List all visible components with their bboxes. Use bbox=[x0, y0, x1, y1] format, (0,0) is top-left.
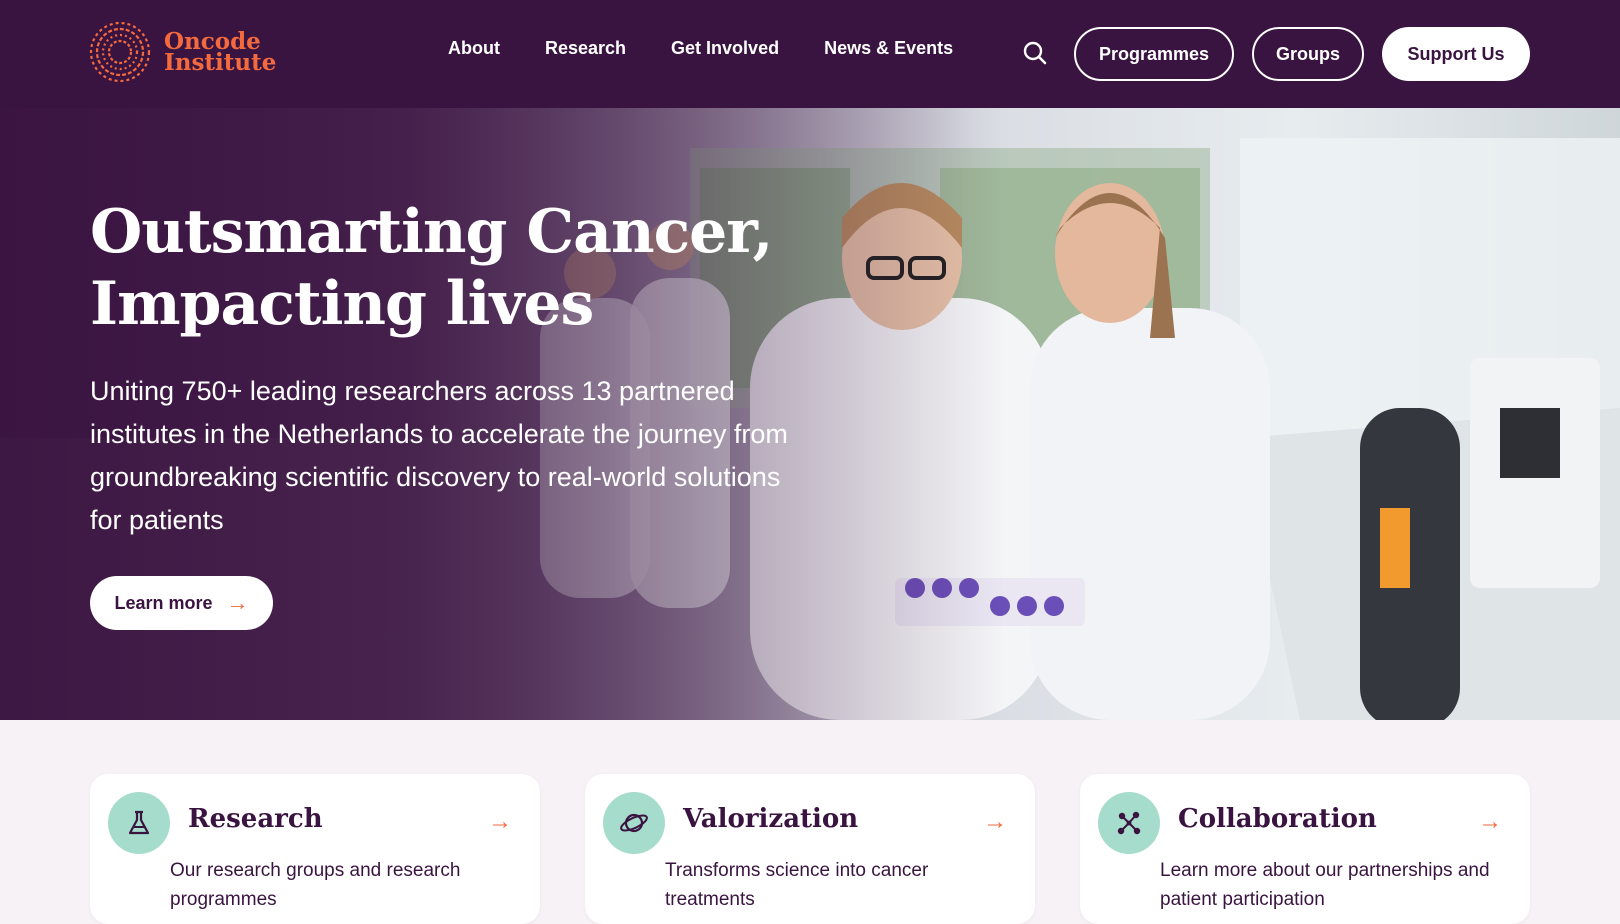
hero-section: Outsmarting Cancer, Impacting lives Unit… bbox=[0, 108, 1620, 720]
card-valorization[interactable]: Valorization → Transforms science into c… bbox=[585, 774, 1035, 924]
hero-title: Outsmarting Cancer, Impacting lives bbox=[90, 196, 850, 340]
nav-item-get-involved[interactable]: Get Involved bbox=[671, 38, 779, 59]
card-description: Transforms science into cancer treatment… bbox=[665, 860, 929, 910]
flask-icon bbox=[108, 792, 170, 854]
card-description: Learn more about our partnerships and pa… bbox=[1160, 860, 1490, 910]
site-header: Oncode Institute About Research Get Invo… bbox=[0, 0, 1620, 108]
logo-mark-icon bbox=[89, 21, 151, 83]
card-collaboration[interactable]: Collaboration → Learn more about our par… bbox=[1080, 774, 1530, 924]
search-icon[interactable] bbox=[1022, 40, 1048, 66]
nav-item-about[interactable]: About bbox=[448, 38, 500, 59]
learn-more-label: Learn more bbox=[114, 592, 213, 613]
hero-description: Uniting 750+ leading researchers across … bbox=[90, 376, 788, 535]
network-icon bbox=[1098, 792, 1160, 854]
logo-line-2: Institute bbox=[164, 49, 277, 76]
nav-item-news-events[interactable]: News & Events bbox=[824, 38, 953, 59]
feature-cards: Research → Our research groups and resea… bbox=[0, 720, 1620, 924]
main-nav: About Research Get Involved News & Event… bbox=[448, 38, 953, 59]
arrow-right-icon: → bbox=[226, 590, 249, 615]
arrow-right-icon[interactable]: → bbox=[488, 808, 512, 836]
card-title: Valorization bbox=[683, 804, 859, 834]
hero-title-line-1: Outsmarting Cancer, bbox=[90, 197, 773, 267]
support-us-button[interactable]: Support Us bbox=[1382, 27, 1530, 81]
learn-more-button[interactable]: Learn more → bbox=[90, 576, 273, 630]
card-title: Collaboration bbox=[1178, 804, 1377, 834]
card-title: Research bbox=[188, 804, 323, 834]
hero-title-line-2: Impacting lives bbox=[90, 269, 594, 339]
groups-button[interactable]: Groups bbox=[1252, 27, 1364, 81]
arrow-right-icon[interactable]: → bbox=[983, 808, 1007, 836]
card-description: Our research groups and research program… bbox=[170, 860, 461, 910]
planet-icon bbox=[603, 792, 665, 854]
nav-item-research[interactable]: Research bbox=[545, 38, 626, 59]
programmes-button[interactable]: Programmes bbox=[1074, 27, 1234, 81]
logo-text: Oncode Institute bbox=[164, 30, 277, 76]
oncode-logo[interactable]: Oncode Institute bbox=[88, 20, 276, 84]
card-research[interactable]: Research → Our research groups and resea… bbox=[90, 774, 540, 924]
arrow-right-icon[interactable]: → bbox=[1478, 808, 1502, 836]
